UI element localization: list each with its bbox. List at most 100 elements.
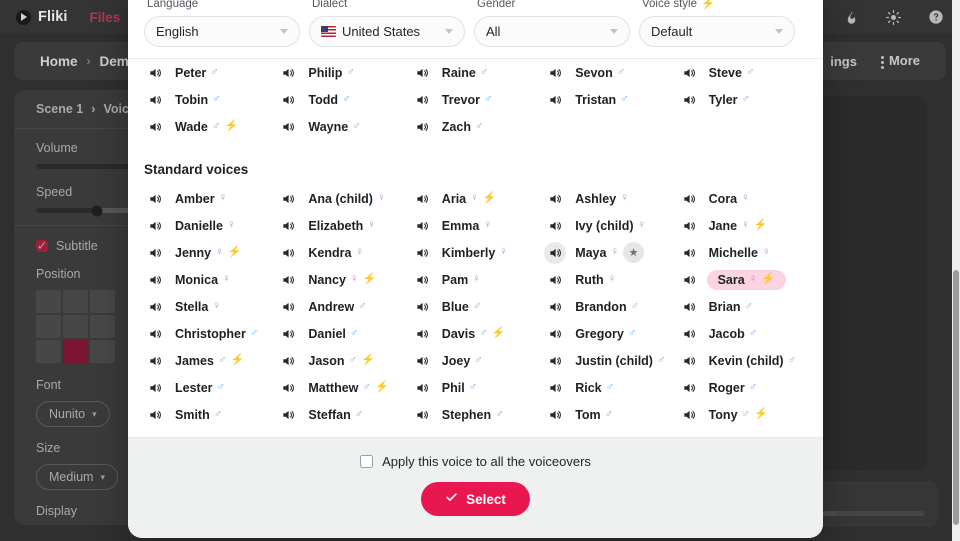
speaker-icon[interactable]: [544, 62, 566, 84]
voice-name[interactable]: Jacob ♂: [707, 324, 760, 344]
speaker-icon[interactable]: [144, 404, 166, 426]
voice-name[interactable]: Tony ♂ ⚡: [707, 405, 770, 425]
voice-name[interactable]: Gregory ♂: [573, 324, 638, 344]
voice-item[interactable]: Ivy (child) ♀: [542, 212, 648, 239]
voice-name[interactable]: Joey ♂: [440, 351, 485, 371]
more-menu[interactable]: More: [880, 53, 920, 69]
voice-name[interactable]: Zach ♂: [440, 117, 486, 137]
filter-select[interactable]: All: [474, 16, 630, 47]
voice-name[interactable]: Pam ♀: [440, 270, 483, 290]
voice-item[interactable]: Rick ♂: [542, 374, 616, 401]
voice-name[interactable]: Todd ♂: [306, 90, 352, 110]
speaker-icon[interactable]: [144, 215, 166, 237]
voice-name[interactable]: Michelle ♀: [707, 243, 773, 263]
voice-item[interactable]: Tristan ♂: [542, 86, 631, 113]
speaker-icon[interactable]: [144, 242, 166, 264]
voice-item[interactable]: Justin (child) ♂: [542, 347, 667, 374]
position-cell-selected[interactable]: [63, 340, 88, 363]
speaker-icon[interactable]: [144, 296, 166, 318]
voice-item[interactable]: Ana (child) ♀: [275, 185, 387, 212]
voice-name[interactable]: Ruth ♀: [573, 270, 618, 290]
speaker-icon[interactable]: [277, 89, 299, 111]
position-cell[interactable]: [36, 290, 61, 313]
speaker-icon[interactable]: [411, 62, 433, 84]
voice-name[interactable]: Tobin ♂: [173, 90, 223, 110]
voice-name[interactable]: Sevon ♂: [573, 63, 627, 83]
breadcrumb-home[interactable]: Home: [40, 54, 78, 69]
speaker-icon[interactable]: [277, 269, 299, 291]
voice-item[interactable]: Michelle ♀: [676, 239, 773, 266]
voice-item[interactable]: Jacob ♂: [676, 320, 760, 347]
voice-name[interactable]: Maya ♀: [573, 243, 621, 263]
speaker-icon[interactable]: [544, 404, 566, 426]
voice-name[interactable]: Kimberly ♀: [440, 243, 510, 263]
voice-item[interactable]: Aria ♀ ⚡: [409, 185, 499, 212]
speaker-icon[interactable]: [144, 62, 166, 84]
speaker-icon[interactable]: [544, 323, 566, 345]
voice-item[interactable]: Christopher ♂: [142, 320, 260, 347]
voice-name[interactable]: Peter ♂: [173, 63, 221, 83]
voice-item[interactable]: Smith ♂: [142, 401, 224, 428]
speaker-icon[interactable]: [144, 188, 166, 210]
voice-name[interactable]: Blue ♂: [440, 297, 484, 317]
voice-item[interactable]: Gregory ♂: [542, 320, 638, 347]
size-select[interactable]: Medium ▾: [36, 464, 118, 490]
voice-name[interactable]: Davis ♂ ⚡: [440, 324, 508, 344]
help-icon[interactable]: [928, 9, 944, 25]
voice-name[interactable]: Wade ♂ ⚡: [173, 117, 240, 137]
speaker-icon[interactable]: [678, 404, 700, 426]
speaker-icon[interactable]: [144, 116, 166, 138]
voice-item[interactable]: Andrew ♂: [275, 293, 368, 320]
filter-select[interactable]: Default: [639, 16, 795, 47]
voice-item[interactable]: Jane ♀ ⚡: [676, 212, 770, 239]
voice-name[interactable]: Christopher ♂: [173, 324, 260, 344]
speaker-icon[interactable]: [277, 62, 299, 84]
voice-name[interactable]: Kendra ♀: [306, 243, 366, 263]
voice-name[interactable]: Phil ♂: [440, 378, 480, 398]
voice-item[interactable]: Peter ♂: [142, 59, 221, 86]
voice-name[interactable]: Ivy (child) ♀: [573, 216, 648, 236]
voice-name[interactable]: Stella ♀: [173, 297, 223, 317]
speaker-icon[interactable]: [544, 241, 567, 264]
speaker-icon[interactable]: [411, 188, 433, 210]
speaker-icon[interactable]: [678, 89, 700, 111]
speaker-icon[interactable]: [678, 62, 700, 84]
position-cell[interactable]: [36, 340, 61, 363]
speaker-icon[interactable]: [144, 377, 166, 399]
voice-name[interactable]: Nancy ♀ ⚡: [306, 270, 378, 290]
speaker-icon[interactable]: [544, 377, 566, 399]
voice-item[interactable]: Danielle ♀: [142, 212, 238, 239]
voice-name-selected[interactable]: Sara ♀ ⚡: [706, 269, 787, 290]
voice-item[interactable]: Kimberly ♀: [409, 239, 510, 266]
voice-item[interactable]: Pam ♀: [409, 266, 483, 293]
page-scrollbar[interactable]: [952, 0, 960, 541]
filter-select[interactable]: United States: [309, 16, 465, 47]
speaker-icon[interactable]: [678, 377, 700, 399]
voice-name[interactable]: Wayne ♂: [306, 117, 362, 137]
speaker-icon[interactable]: [144, 89, 166, 111]
voice-item[interactable]: Emma ♀: [409, 212, 494, 239]
speaker-icon[interactable]: [411, 404, 433, 426]
voice-name[interactable]: Cora ♀: [707, 189, 752, 209]
flame-icon[interactable]: [844, 10, 859, 25]
voice-item[interactable]: Tom ♂: [542, 401, 615, 428]
apply-to-all-checkbox[interactable]: [360, 455, 374, 468]
voice-name[interactable]: Andrew ♂: [306, 297, 368, 317]
voice-name[interactable]: Brandon ♂: [573, 297, 641, 317]
voice-item[interactable]: Trevor ♂: [409, 86, 495, 113]
position-cell[interactable]: [36, 315, 61, 338]
brightness-icon[interactable]: [886, 9, 901, 25]
speaker-icon[interactable]: [411, 215, 433, 237]
app-logo[interactable]: Fliki: [16, 9, 68, 25]
speaker-icon[interactable]: [411, 350, 433, 372]
speaker-icon[interactable]: [277, 350, 299, 372]
voice-item[interactable]: Roger ♂: [676, 374, 760, 401]
voice-item[interactable]: Kendra ♀: [275, 239, 366, 266]
voice-item[interactable]: Ashley ♀: [542, 185, 631, 212]
voice-item[interactable]: Wade ♂ ⚡: [142, 113, 240, 140]
voice-name[interactable]: Aria ♀ ⚡: [440, 189, 499, 209]
speaker-icon[interactable]: [678, 323, 700, 345]
position-cell[interactable]: [90, 315, 115, 338]
voice-name[interactable]: Elizabeth ♀: [306, 216, 378, 236]
speaker-icon[interactable]: [411, 269, 433, 291]
